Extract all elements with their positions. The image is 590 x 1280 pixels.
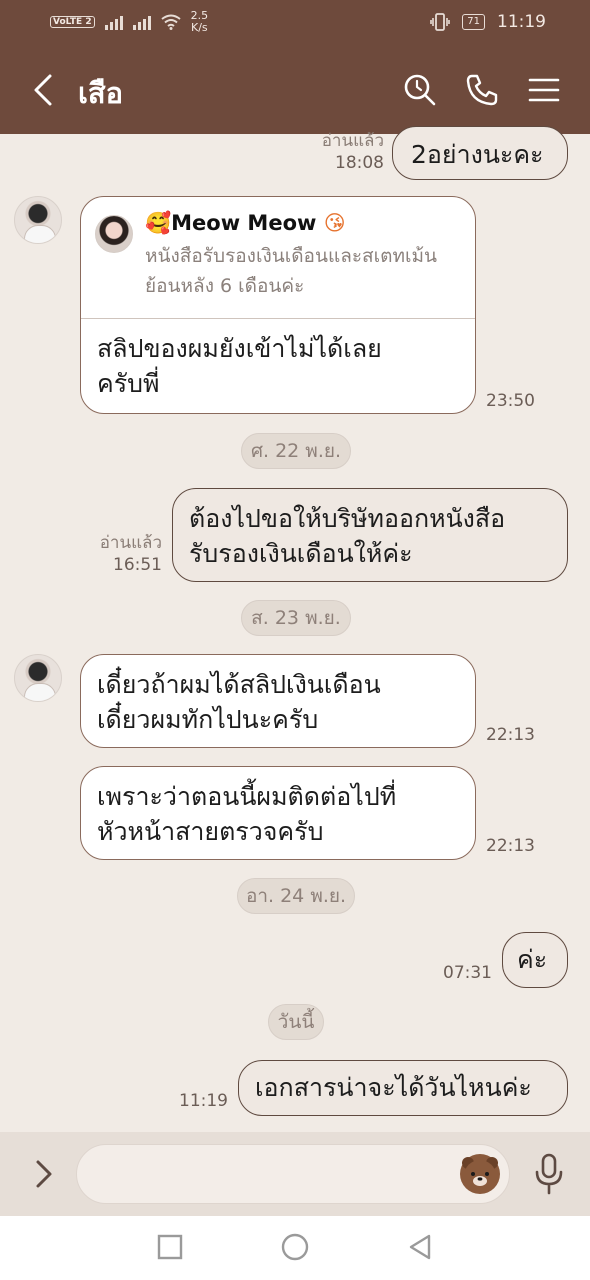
chat-title: เสือ	[78, 76, 124, 110]
message-text: ค่ะ	[517, 945, 548, 974]
network-speed: 2.5 K/s	[191, 10, 209, 34]
volte-indicator: VoLTE 2	[50, 16, 95, 28]
message-time: 11:19	[179, 1091, 228, 1111]
vibrate-icon	[430, 13, 451, 31]
message-line: รับรองเงินเดือนให้ค่ะ	[189, 539, 413, 568]
message-input-bar	[0, 1132, 590, 1216]
date-separator: อา. 24 พ.ย.	[237, 878, 355, 914]
chat-area[interactable]: อ่านแล้ว 18:08 2อย่างนะคะ 🥰Meow Meow 😘 ห…	[0, 126, 590, 1132]
wifi-icon	[160, 14, 181, 30]
reply-message[interactable]: 🥰Meow Meow 😘 หนังสือรับรองเงินเดือนและสเ…	[80, 196, 476, 414]
message-time: 16:51	[113, 555, 162, 575]
message-line: ครับพี่	[97, 369, 160, 398]
message-text: 2อย่างนะคะ	[411, 140, 544, 169]
chevron-right-icon[interactable]	[28, 1154, 60, 1194]
incoming-message[interactable]: เพราะว่าตอนนี้ผมติดต่อไปที่ หัวหน้าสายตร…	[80, 766, 476, 860]
back-icon[interactable]	[26, 72, 62, 108]
outgoing-message[interactable]: เอกสารน่าจะได้วันไหนค่ะ	[238, 1060, 568, 1116]
message-time: 07:31	[443, 963, 492, 983]
message-line: ต้องไปขอให้บริษัทออกหนังสือ	[189, 504, 506, 533]
microphone-icon[interactable]	[532, 1152, 566, 1196]
signal-icon-2	[132, 14, 151, 30]
date-separator: วันนี้	[268, 1004, 324, 1040]
date-separator: ส. 23 พ.ย.	[241, 600, 351, 636]
message-time: 22:13	[486, 836, 535, 856]
message-time: 22:13	[486, 725, 535, 745]
date-separator: ศ. 22 พ.ย.	[241, 433, 351, 469]
outgoing-message[interactable]: ต้องไปขอให้บริษัทออกหนังสือ รับรองเงินเด…	[172, 488, 568, 582]
quoted-sender-name: 🥰Meow Meow 😘	[145, 211, 346, 236]
quoted-avatar	[95, 215, 133, 253]
status-bar: VoLTE 2 2.5 K/s 71 11:19	[0, 0, 590, 46]
message-time: 18:08	[335, 153, 384, 173]
reply-body: สลิปของผมยังเข้าไม่ได้เลย ครับพี่	[97, 331, 382, 401]
net-speed-unit: K/s	[191, 21, 208, 34]
status-right: 71 11:19	[430, 12, 546, 32]
nav-back-icon[interactable]	[405, 1232, 435, 1262]
outgoing-message[interactable]: 2อย่างนะคะ	[392, 126, 568, 180]
message-meta: อ่านแล้ว 18:08	[322, 130, 384, 174]
smiling-hearts-emoji: 🥰	[145, 211, 172, 235]
phone-icon[interactable]	[464, 72, 500, 108]
outgoing-message[interactable]: ค่ะ	[502, 932, 568, 988]
system-navigation-bar	[0, 1216, 590, 1280]
quoted-name-text: Meow Meow	[171, 211, 317, 235]
battery-indicator: 71	[462, 14, 485, 30]
contact-avatar[interactable]	[14, 196, 62, 244]
search-icon[interactable]	[402, 72, 438, 108]
menu-icon[interactable]	[526, 72, 562, 108]
signal-icon	[104, 14, 123, 30]
message-line: เพราะว่าตอนนี้ผมติดต่อไปที่	[97, 782, 397, 811]
message-text: เอกสารน่าจะได้วันไหนค่ะ	[255, 1073, 532, 1102]
message-line: เดี๋ยวถ้าผมได้สลิปเงินเดือน	[97, 670, 381, 699]
message-time: 23:50	[486, 391, 535, 411]
home-icon[interactable]	[280, 1232, 310, 1262]
message-input[interactable]	[76, 1144, 510, 1204]
recent-apps-icon[interactable]	[155, 1232, 185, 1262]
incoming-message[interactable]: เดี๋ยวถ้าผมได้สลิปเงินเดือน เดี๋ยวผมทักไ…	[80, 654, 476, 748]
message-meta: อ่านแล้ว 16:51	[100, 532, 162, 576]
status-time: 11:19	[497, 12, 546, 32]
read-receipt: อ่านแล้ว	[99, 533, 162, 553]
message-line: เดี๋ยวผมทักไปนะครับ	[97, 705, 319, 734]
quoted-message[interactable]: 🥰Meow Meow 😘 หนังสือรับรองเงินเดือนและสเ…	[81, 197, 475, 319]
kiss-emoji: 😘	[323, 211, 346, 235]
message-line: สลิปของผมยังเข้าไม่ได้เลย	[97, 334, 382, 363]
message-line: หัวหน้าสายตรวจครับ	[97, 817, 324, 846]
sticker-bear-icon[interactable]	[460, 1154, 500, 1194]
status-left: VoLTE 2 2.5 K/s	[50, 10, 208, 34]
read-receipt: อ่านแล้ว	[321, 131, 384, 151]
contact-avatar[interactable]	[14, 654, 62, 702]
quoted-text: หนังสือรับรองเงินเดือนและสเตทเม้นย้อนหลั…	[145, 245, 438, 297]
chat-header: เสือ	[0, 46, 590, 134]
